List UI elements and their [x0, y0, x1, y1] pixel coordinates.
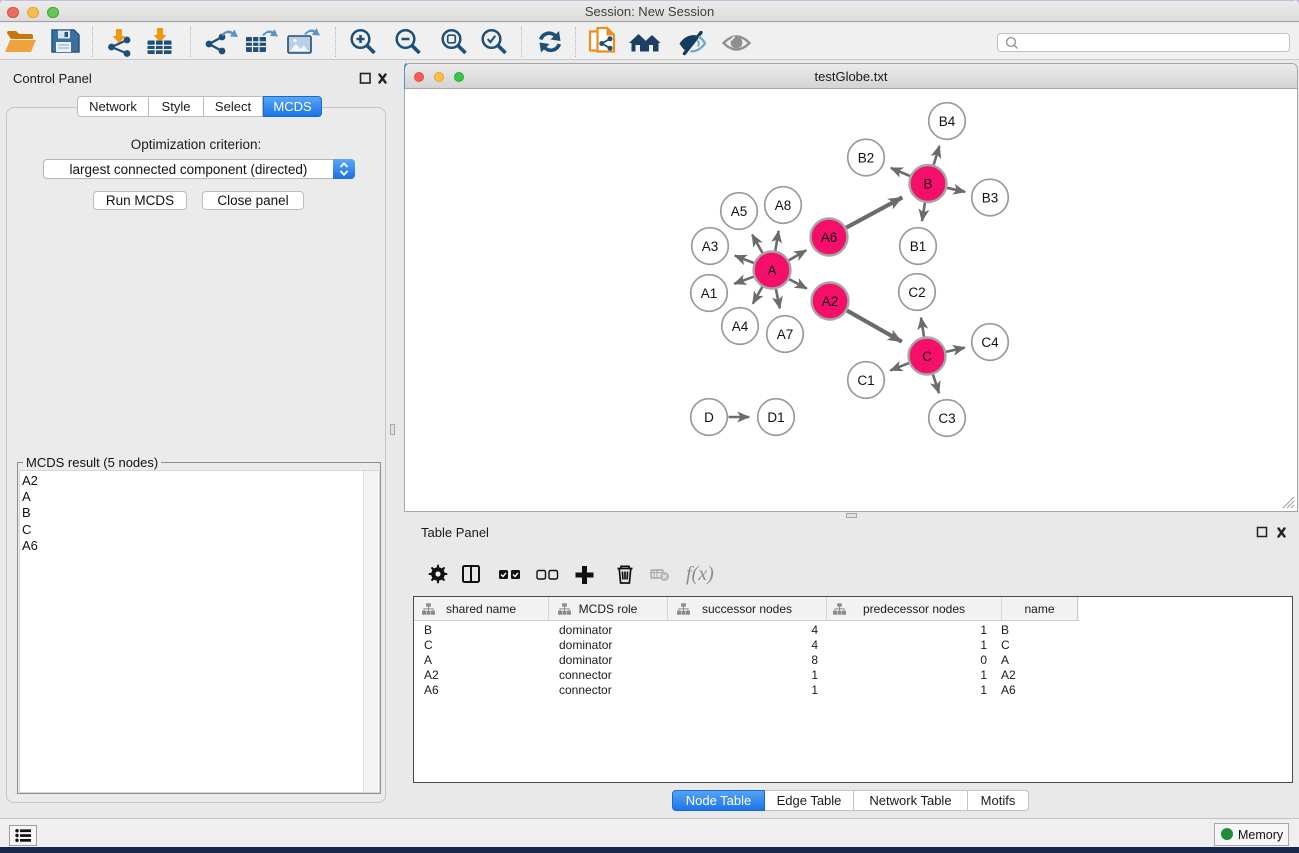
svg-text:D1: D1	[767, 410, 784, 425]
svg-text:A5: A5	[731, 204, 748, 219]
svg-text:A3: A3	[702, 239, 719, 254]
svg-text:f(x): f(x)	[686, 563, 714, 585]
svg-text:C2: C2	[908, 285, 925, 300]
svg-text:C3: C3	[938, 411, 955, 426]
svg-text:C4: C4	[981, 335, 999, 350]
svg-text:B: B	[923, 176, 932, 191]
svg-text:D: D	[704, 410, 714, 425]
svg-text:B2: B2	[858, 150, 875, 165]
svg-text:A7: A7	[777, 327, 794, 342]
svg-text:A8: A8	[775, 198, 792, 213]
svg-text:C: C	[922, 349, 932, 364]
svg-text:A: A	[767, 263, 776, 278]
svg-text:A6: A6	[821, 230, 838, 245]
svg-text:B3: B3	[982, 190, 999, 205]
svg-text:A1: A1	[701, 286, 718, 301]
svg-text:B4: B4	[939, 114, 956, 129]
svg-text:A4: A4	[732, 319, 749, 334]
svg-text:A2: A2	[822, 294, 839, 309]
svg-text:B1: B1	[910, 239, 927, 254]
svg-text:C1: C1	[857, 373, 874, 388]
